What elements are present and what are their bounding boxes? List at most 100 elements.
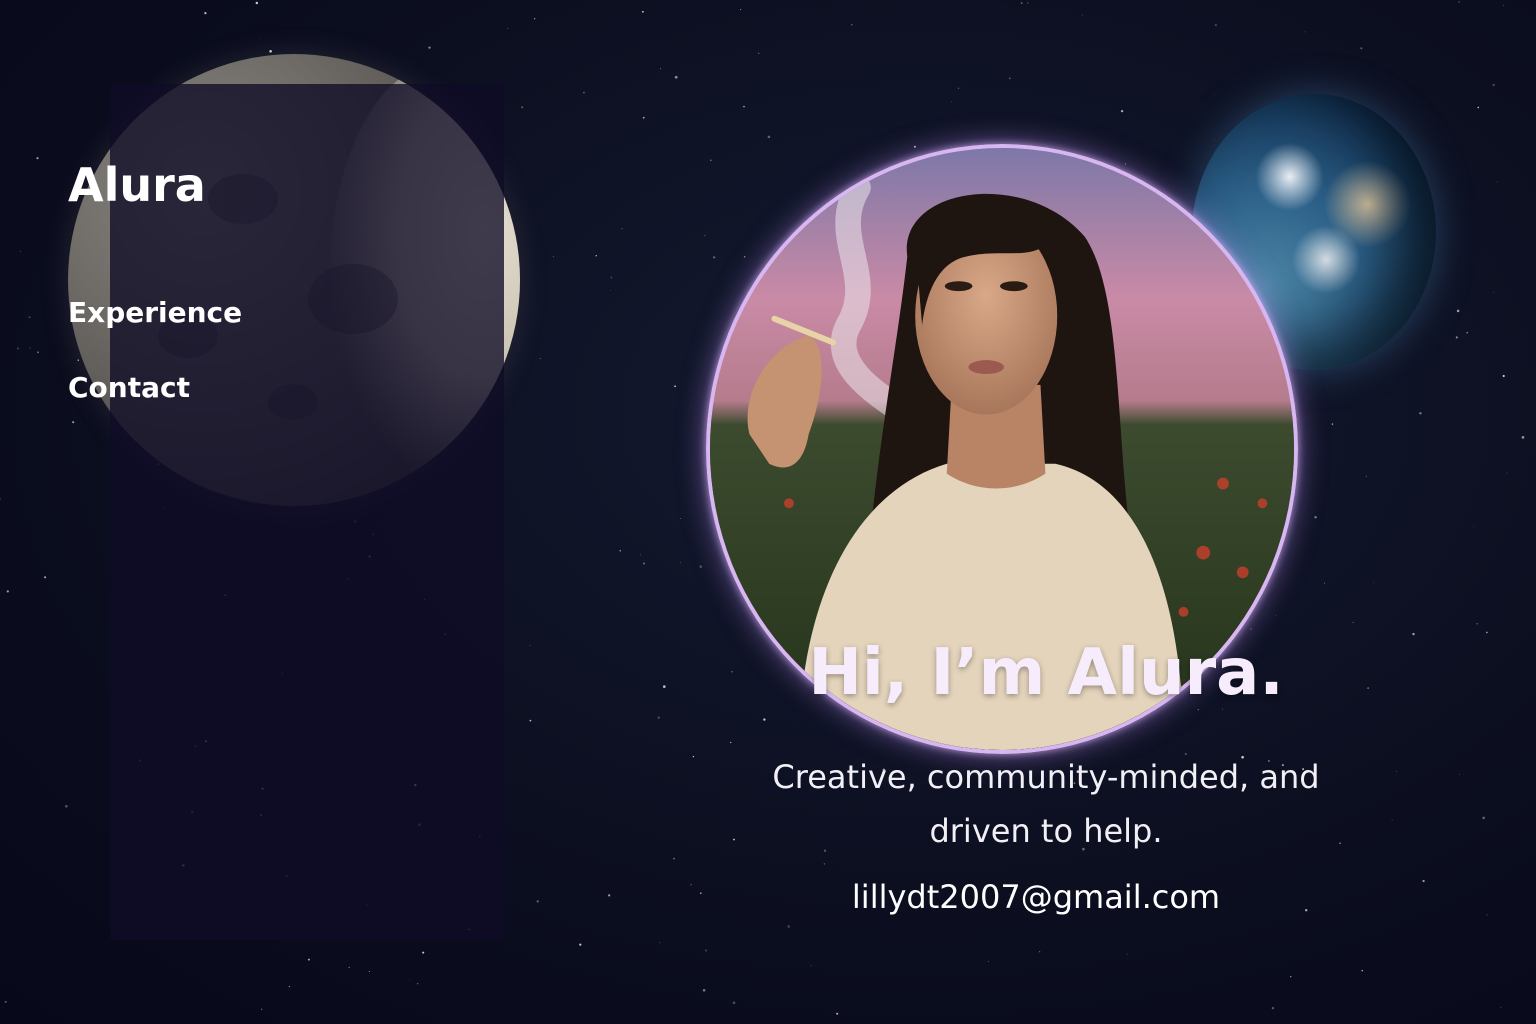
star (690, 883, 692, 886)
star (705, 949, 708, 952)
star (1004, 7, 1006, 9)
star (680, 562, 681, 564)
star (451, 1022, 453, 1023)
star (1271, 1006, 1275, 1010)
star (1250, 628, 1252, 630)
star (740, 9, 742, 11)
star (1275, 614, 1277, 616)
star (1503, 4, 1505, 6)
star (534, 18, 536, 20)
star (1502, 374, 1505, 378)
star (674, 75, 678, 79)
star (913, 145, 916, 148)
star (1412, 632, 1415, 636)
star (619, 550, 621, 552)
star (416, 982, 419, 985)
star (44, 576, 47, 579)
star (255, 1, 259, 5)
star (16, 347, 19, 350)
star (1473, 526, 1475, 528)
star (1458, 1, 1460, 3)
star (836, 1012, 839, 1015)
star (529, 719, 532, 722)
star (260, 1008, 263, 1011)
star (712, 256, 716, 259)
page: Alura Experience Contact Hi, I’m Alura. … (0, 0, 1536, 1024)
star (1455, 336, 1458, 339)
star (1289, 976, 1292, 978)
star (428, 46, 431, 49)
star (348, 966, 350, 969)
star (951, 145, 952, 147)
brand-title[interactable]: Alura (68, 158, 206, 212)
star (1027, 2, 1029, 4)
star (1323, 582, 1326, 584)
email-link[interactable]: lillydt2007@gmail.com (786, 878, 1286, 916)
star (621, 227, 623, 230)
star (1492, 83, 1495, 87)
star (642, 562, 646, 565)
star (702, 989, 706, 992)
star (680, 518, 682, 519)
star (4, 1000, 7, 1003)
star (1456, 309, 1460, 313)
star (642, 116, 645, 119)
star (583, 91, 585, 94)
star (1419, 412, 1422, 415)
star (763, 718, 766, 721)
star (743, 255, 746, 258)
star (657, 716, 660, 719)
star (64, 804, 68, 808)
star (507, 27, 509, 29)
star (368, 970, 370, 973)
star (1373, 581, 1374, 583)
star (0, 498, 1, 500)
star (709, 159, 712, 162)
star (732, 1001, 736, 1005)
star (409, 979, 411, 980)
star (1500, 1006, 1502, 1008)
star (1213, 139, 1215, 141)
star (1125, 163, 1127, 165)
star (608, 894, 611, 897)
star (204, 11, 207, 15)
star (610, 290, 611, 291)
star (28, 316, 31, 319)
nav-link-experience[interactable]: Experience (68, 296, 242, 329)
star (539, 358, 541, 359)
star (579, 943, 582, 946)
star (674, 385, 676, 388)
star (1331, 423, 1334, 425)
star (37, 351, 39, 354)
star (823, 863, 825, 865)
star (1120, 109, 1124, 113)
star (36, 157, 39, 160)
star (1459, 773, 1460, 775)
star (987, 961, 989, 963)
star (1476, 623, 1478, 625)
star (1304, 31, 1306, 33)
star (787, 925, 791, 928)
star (673, 857, 675, 860)
star (77, 359, 79, 361)
star (422, 951, 425, 954)
star (951, 101, 953, 103)
hero-title: Hi, I’m Alura. (808, 636, 1284, 710)
nav-link-contact[interactable]: Contact (68, 371, 190, 404)
star (1506, 472, 1508, 474)
star (1493, 291, 1495, 293)
star (731, 670, 734, 673)
star (1352, 621, 1354, 623)
star (595, 255, 597, 257)
star (704, 234, 706, 237)
star (6, 590, 9, 593)
star (536, 900, 539, 903)
star (72, 421, 75, 424)
hero-tagline: Creative, community-minded, and driven t… (772, 758, 1320, 850)
star (1396, 770, 1397, 772)
star (810, 965, 812, 967)
star (521, 106, 524, 109)
star (1305, 909, 1308, 912)
star (730, 741, 732, 744)
star (258, 37, 260, 39)
